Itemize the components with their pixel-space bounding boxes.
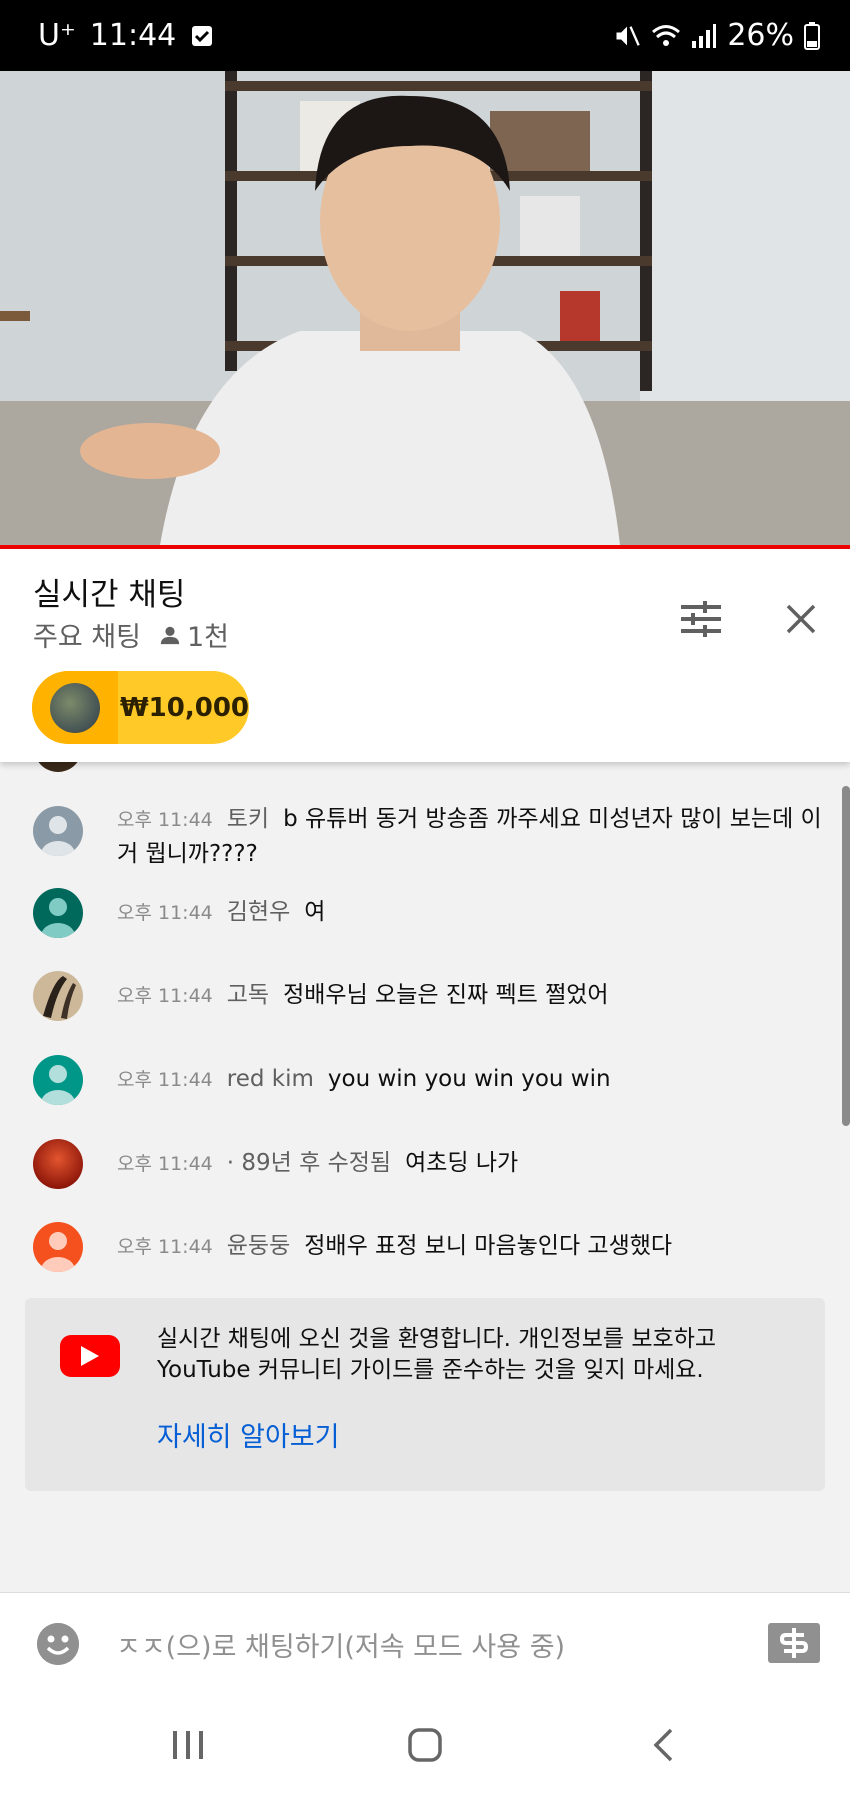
home-icon [408, 1727, 442, 1762]
default-avatar-icon [33, 888, 83, 938]
mute-icon [613, 22, 641, 50]
signal-icon [691, 23, 717, 49]
wifi-icon [651, 23, 681, 49]
chat-message-content: 오후 11:44 윤둥둥 정배우 표정 보니 마음놓인다 고생했다 [117, 1229, 823, 1264]
battery-label: 26% [727, 18, 794, 53]
checkbox-notification-icon [190, 24, 214, 48]
chat-message-content: 오후 11:44 김현우 여 [117, 895, 823, 930]
message-author[interactable]: · 89년 후 수정됨 [227, 1150, 391, 1176]
default-avatar-icon [33, 1055, 83, 1105]
message-author[interactable]: 고독 [227, 982, 269, 1008]
chat-message-content: 오후 11:44 토키 b 유튜버 동거 방송좀 까주세요 미성년자 많이 보는데 … [117, 802, 823, 871]
dollar-icon [768, 1623, 820, 1663]
message-text: you win you win you win [327, 1066, 611, 1092]
home-button[interactable] [375, 1694, 475, 1795]
filter-button[interactable] [671, 589, 731, 649]
chat-title: 실시간 채팅 [33, 577, 186, 613]
learn-more-link[interactable]: 자세히 알아보기 [157, 1415, 339, 1454]
welcome-card: 실시간 채팅에 오신 것을 환영합니다. 개인정보를 보호하고 YouTube … [25, 1298, 825, 1491]
chat-message-content: 오후 11:44 고독 정배우님 오늘은 진짜 펙트 쩔었어 [117, 978, 823, 1013]
battery-icon [804, 21, 820, 50]
default-avatar-icon [33, 806, 83, 856]
back-button[interactable] [613, 1694, 713, 1795]
recent-apps-icon [173, 1730, 203, 1759]
emoji-icon [37, 1623, 79, 1665]
chat-scrollbar[interactable] [842, 786, 850, 1126]
message-author[interactable]: 김현우 [227, 899, 290, 925]
photo-avatar [33, 971, 83, 1021]
message-time: 오후 11:44 [117, 985, 213, 1007]
carrier-label: U⁺ [38, 18, 76, 53]
video-player[interactable] [0, 71, 850, 545]
avatar[interactable] [33, 806, 83, 856]
youtube-logo-icon [60, 1335, 120, 1377]
super-chat-amount: ₩10,000 [119, 692, 249, 723]
message-author[interactable]: 윤둥둥 [227, 1233, 290, 1259]
message-time: 오후 11:44 [117, 1236, 213, 1258]
status-bar: U⁺ 11:44 26% [0, 0, 850, 71]
status-right: 26% [613, 0, 820, 71]
photo-avatar [33, 1139, 83, 1189]
chat-header: 실시간 채팅 주요 채팅 1천 ₩10,000 [0, 549, 850, 762]
super-chat-button[interactable] [768, 1623, 820, 1663]
chat-message-content: 오후 11:44 red kim you win you win you win [117, 1062, 823, 1097]
message-text: 여 [304, 899, 326, 925]
close-icon [786, 604, 816, 634]
message-text: 정배우님 오늘은 진짜 펙트 쩔었어 [283, 982, 609, 1008]
message-text: b 유튜버 동거 방송좀 까주세요 미성년자 많이 보는데 이거 뭡니까???? [117, 806, 822, 867]
avatar[interactable] [33, 971, 83, 1021]
avatar[interactable] [33, 1055, 83, 1105]
clock: 11:44 [89, 18, 177, 53]
emoji-button[interactable] [37, 1623, 79, 1665]
chat-mode-selector[interactable]: 주요 채팅 1천 [33, 615, 229, 654]
super-chat-avatar-area [32, 671, 118, 744]
chat-mode-label[interactable]: 주요 채팅 [33, 615, 141, 654]
viewer-count: 1천 [159, 615, 229, 654]
message-text: 정배우 표정 보니 마음놓인다 고생했다 [304, 1233, 673, 1259]
message-text: 여초딩 나가 [405, 1150, 519, 1176]
filter-icon [681, 601, 721, 637]
chat-input-placeholder: ㅈㅈ(으)로 채팅하기(저속 모드 사용 중) [116, 1631, 566, 1663]
avatar[interactable] [33, 888, 83, 938]
welcome-text: 실시간 채팅에 오신 것을 환영합니다. 개인정보를 보호하고 YouTube … [157, 1326, 717, 1383]
close-button[interactable] [771, 589, 831, 649]
message-time: 오후 11:44 [117, 902, 213, 924]
chat-input-bar: ㅈㅈ(으)로 채팅하기(저속 모드 사용 중) [0, 1592, 850, 1694]
super-chat-ticker[interactable]: ₩10,000 [32, 671, 249, 744]
message-time: 오후 11:44 [117, 809, 213, 831]
status-left: U⁺ 11:44 [38, 0, 214, 71]
avatar[interactable] [33, 1222, 83, 1272]
video-frame [0, 71, 850, 545]
system-nav-bar [0, 1694, 850, 1795]
default-avatar-icon [33, 1222, 83, 1272]
chat-input[interactable]: ㅈㅈ(으)로 채팅하기(저속 모드 사용 중) [116, 1615, 726, 1673]
message-author[interactable]: red kim [227, 1066, 314, 1092]
message-time: 오후 11:44 [117, 1069, 213, 1091]
recent-apps-button[interactable] [138, 1694, 238, 1795]
back-icon [653, 1728, 673, 1761]
avatar[interactable] [33, 1139, 83, 1189]
super-chat-avatar [49, 682, 100, 733]
message-author[interactable]: 토키 [227, 806, 269, 832]
viewer-count-label: 1천 [186, 622, 229, 653]
message-time: 오후 11:44 [117, 1153, 213, 1175]
person-icon [160, 626, 180, 644]
chat-message-content: 오후 11:44 · 89년 후 수정됨 여초딩 나가 [117, 1146, 823, 1181]
